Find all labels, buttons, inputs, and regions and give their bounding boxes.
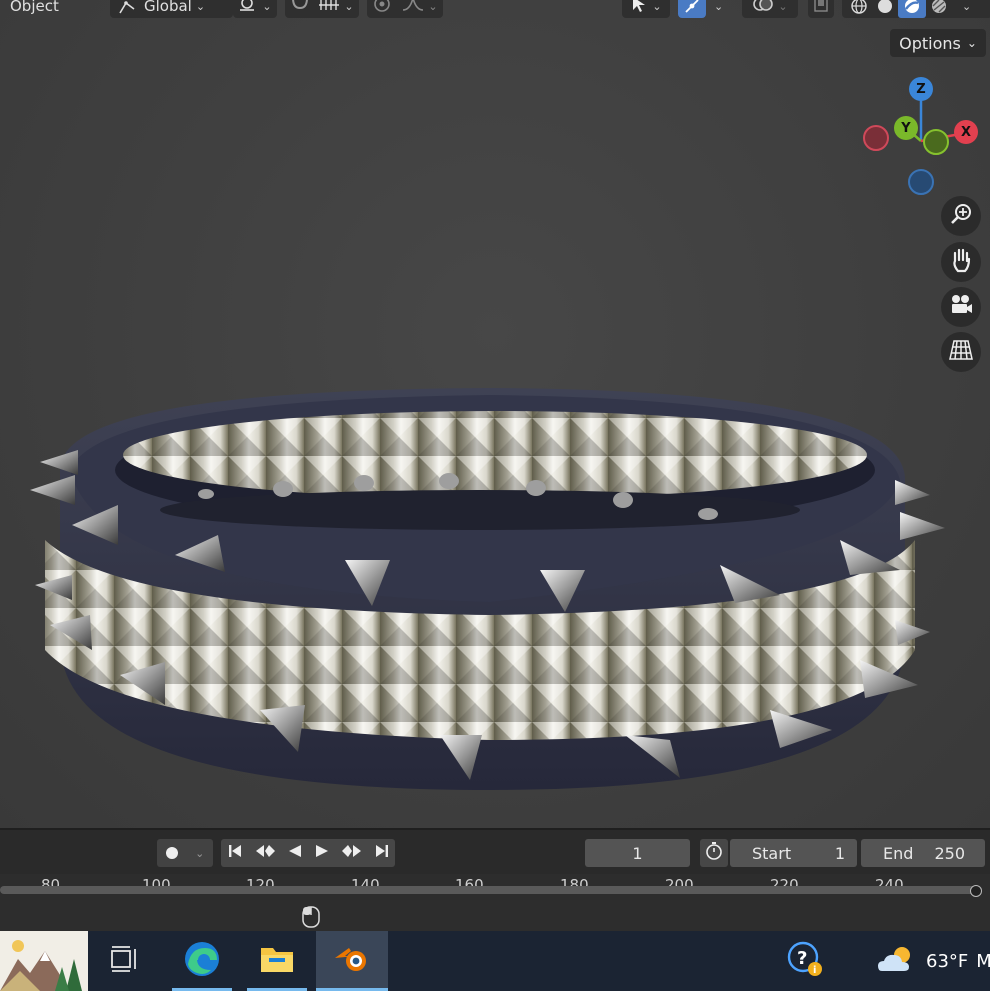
file-explorer-taskbar-button[interactable] <box>247 931 307 991</box>
windows-taskbar: ? i 63°F M <box>0 931 990 991</box>
jump-to-end-icon[interactable] <box>374 843 390 863</box>
mountain-landscape-icon <box>0 931 88 991</box>
svg-text:i: i <box>813 965 816 976</box>
play-icon[interactable] <box>314 843 330 863</box>
record-icon <box>165 847 178 859</box>
edge-taskbar-button[interactable] <box>172 931 232 991</box>
edge-icon <box>183 940 221 982</box>
timeline-controls: ⌄ 1 Start 1 End 250 <box>0 828 990 876</box>
end-value: 250 <box>934 843 965 863</box>
weather-temperature: 63°F <box>926 950 969 972</box>
weather-widget[interactable]: 63°F M <box>876 931 990 991</box>
spiked-bracelet-model[interactable] <box>0 0 990 828</box>
playback-controls <box>221 839 395 867</box>
keying-dropdown[interactable]: ⌄ <box>157 839 213 867</box>
weather-trailing-text: M <box>976 950 990 972</box>
start-label: Start <box>752 843 792 863</box>
frame-ruler[interactable]: 80 100 120 140 160 180 200 220 240 <box>0 874 990 932</box>
3d-viewport[interactable]: Object Global ⌄ ⌄ ⌄ ⌄ ⌄ ⌄ ⌄ ⌄ Options ⌄ … <box>0 0 990 828</box>
stopwatch-icon <box>704 841 724 865</box>
svg-text:?: ? <box>797 948 807 969</box>
jump-to-start-icon[interactable] <box>227 843 243 863</box>
wallpaper-thumbnail[interactable] <box>0 931 88 991</box>
blender-icon <box>333 944 371 978</box>
help-icon: ? i <box>787 941 823 981</box>
next-keyframe-icon[interactable] <box>341 843 363 863</box>
timer-toggle[interactable] <box>700 839 728 867</box>
file-explorer-icon <box>259 944 295 978</box>
task-view-button[interactable] <box>95 931 155 991</box>
task-view-icon <box>111 946 139 976</box>
scrollbar-end-handle[interactable] <box>970 885 982 897</box>
timeline-scrollbar[interactable] <box>0 886 982 894</box>
chevron-down-icon: ⌄ <box>195 846 205 860</box>
end-label: End <box>883 843 914 863</box>
mouse-cursor-icon <box>302 906 320 932</box>
previous-keyframe-icon[interactable] <box>254 843 276 863</box>
blender-taskbar-button[interactable] <box>316 931 388 991</box>
play-reverse-icon[interactable] <box>287 843 303 863</box>
end-frame-field[interactable]: End 250 <box>861 839 985 867</box>
help-tray-button[interactable]: ? i <box>780 931 830 991</box>
current-frame-field[interactable]: 1 <box>585 839 690 867</box>
start-frame-field[interactable]: Start 1 <box>730 839 857 867</box>
start-value: 1 <box>834 843 845 863</box>
cloudy-weather-icon <box>876 943 918 979</box>
